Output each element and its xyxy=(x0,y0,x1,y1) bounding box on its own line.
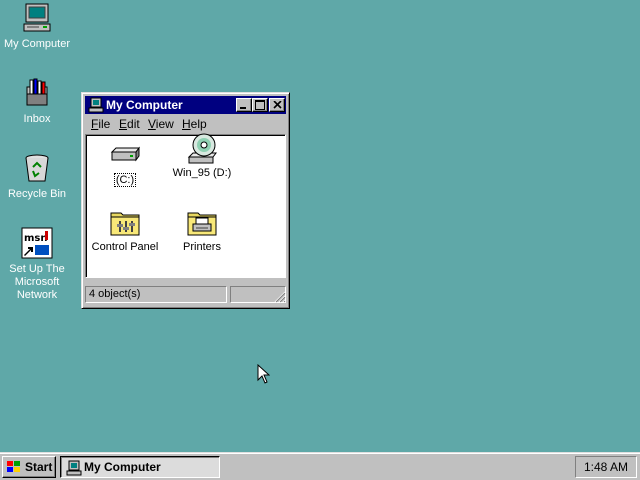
system-tray-clock[interactable]: 1:48 AM xyxy=(575,456,637,478)
minimize-button[interactable] xyxy=(236,98,252,112)
svg-text:msn: msn xyxy=(24,233,48,244)
recycle-bin-icon xyxy=(25,154,49,182)
resize-grip-icon[interactable] xyxy=(274,291,286,303)
printers-label: Printers xyxy=(183,241,221,253)
close-icon xyxy=(273,101,282,109)
start-label: Start xyxy=(25,460,53,474)
drive-d-label: Win_95 (D:) xyxy=(172,167,232,179)
my-computer-icon xyxy=(66,460,82,476)
desktop-icon-label: Recycle Bin xyxy=(7,188,67,200)
printers-item[interactable]: Printers xyxy=(162,207,242,253)
my-computer-icon xyxy=(88,97,104,113)
status-text: 4 object(s) xyxy=(85,286,227,303)
my-computer-window[interactable]: My Computer File Edit View Help (C:) Win… xyxy=(81,92,290,309)
desktop: My Computer Inbox Recycle Bin msn Set Up… xyxy=(0,0,640,452)
control-panel-folder-icon xyxy=(110,212,140,236)
window-titlebar[interactable]: My Computer xyxy=(85,96,286,114)
control-panel-item[interactable]: Control Panel xyxy=(85,207,165,253)
maximize-button[interactable] xyxy=(252,98,268,112)
menu-help[interactable]: Help xyxy=(182,117,207,131)
desktop-icon-inbox[interactable]: Inbox xyxy=(0,77,74,126)
taskbar: Start My Computer 1:48 AM xyxy=(0,452,640,480)
drive-c-item[interactable]: (C:) xyxy=(85,140,165,187)
desktop-icon-msn[interactable]: msn Set Up The Microsoft Network xyxy=(0,227,74,302)
drive-d-item[interactable]: Win_95 (D:) xyxy=(162,133,242,179)
taskbar-button-my-computer[interactable]: My Computer xyxy=(60,456,220,478)
desktop-icon-label: Inbox xyxy=(23,113,51,125)
menu-bar: File Edit View Help xyxy=(85,115,286,133)
menu-edit[interactable]: Edit xyxy=(119,117,140,131)
menu-file[interactable]: File xyxy=(91,117,110,131)
menu-view[interactable]: View xyxy=(148,117,174,131)
window-content: (C:) Win_95 (D:) Control Panel Printers xyxy=(85,133,286,278)
drive-c-label: (C:) xyxy=(113,173,137,187)
windows-logo-icon xyxy=(7,461,20,472)
printers-folder-icon xyxy=(187,212,217,236)
cd-drive-icon xyxy=(187,133,217,164)
window-title: My Computer xyxy=(106,98,183,112)
desktop-icon-label: Set Up The Microsoft Network xyxy=(9,263,65,301)
control-panel-label: Control Panel xyxy=(91,241,159,253)
desktop-icon-label: My Computer xyxy=(3,38,71,50)
close-button[interactable] xyxy=(269,98,285,112)
hard-drive-icon xyxy=(110,146,140,162)
inbox-icon xyxy=(26,78,48,106)
my-computer-icon xyxy=(23,3,51,32)
mouse-cursor-icon xyxy=(257,364,270,384)
status-bar: 4 object(s) xyxy=(85,286,286,303)
taskbar-button-label: My Computer xyxy=(84,460,161,474)
start-button[interactable]: Start xyxy=(2,456,56,478)
msn-icon: msn xyxy=(21,227,53,259)
desktop-icon-recycle-bin[interactable]: Recycle Bin xyxy=(0,152,74,201)
desktop-icon-my-computer[interactable]: My Computer xyxy=(0,2,74,51)
